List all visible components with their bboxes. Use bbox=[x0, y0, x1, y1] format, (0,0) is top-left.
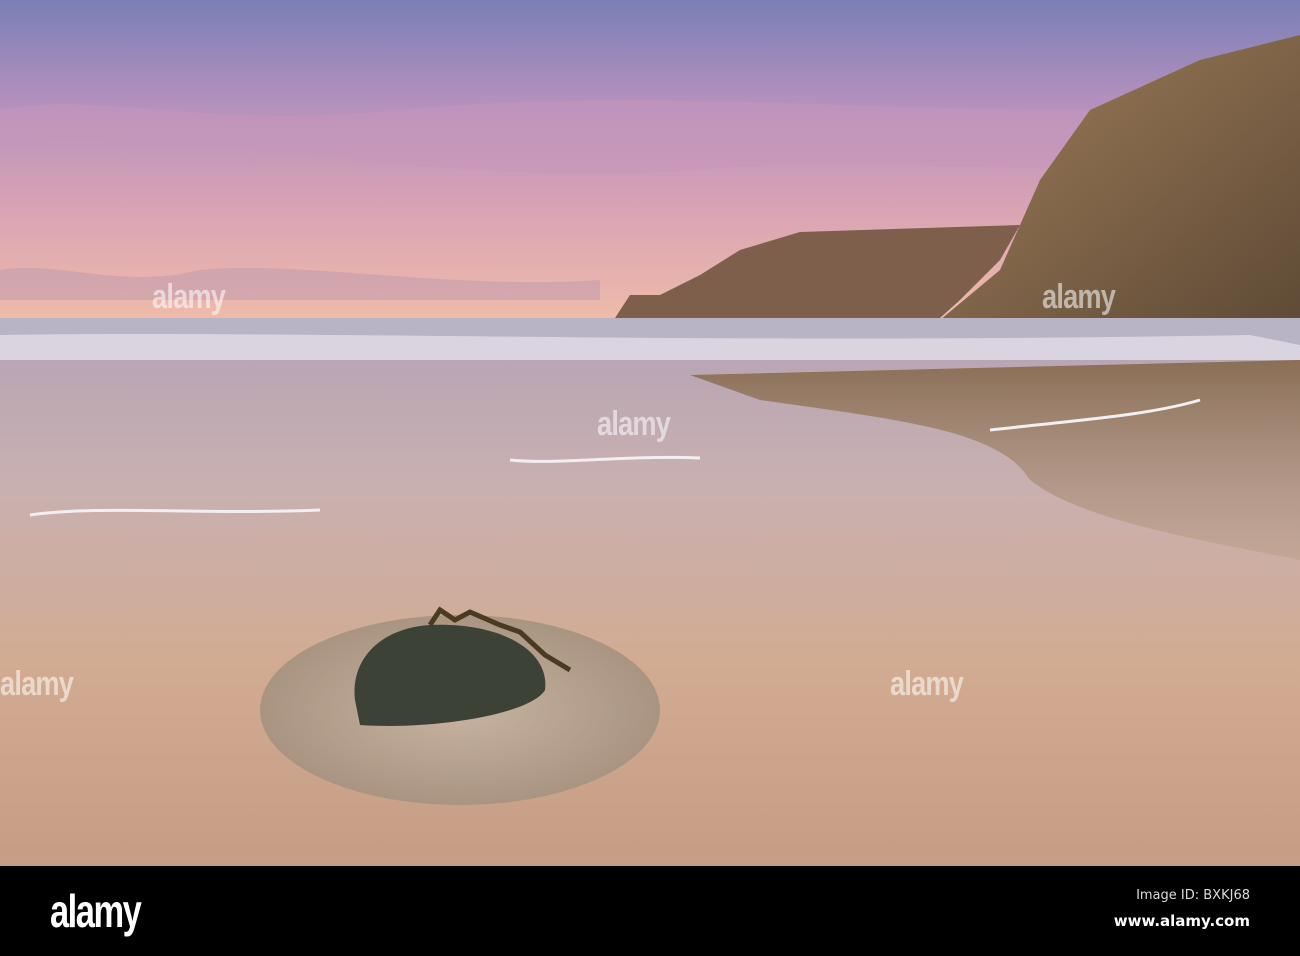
image-id: Image ID: BXKJ68 bbox=[1136, 888, 1250, 903]
watermark: alamy bbox=[890, 665, 964, 703]
watermark: alamy bbox=[0, 665, 74, 703]
watermark: alamy bbox=[597, 405, 671, 443]
site-url: www.alamy.com bbox=[1113, 912, 1250, 930]
alamy-logo: alamy bbox=[50, 885, 142, 937]
photo-stage: alamy alamy alamy alamy alamy alamy Imag… bbox=[0, 0, 1300, 956]
watermark: alamy bbox=[1042, 278, 1116, 316]
watermark: alamy bbox=[152, 278, 226, 316]
footer-bar: alamy Image ID: BXKJ68 www.alamy.com bbox=[0, 866, 1300, 956]
